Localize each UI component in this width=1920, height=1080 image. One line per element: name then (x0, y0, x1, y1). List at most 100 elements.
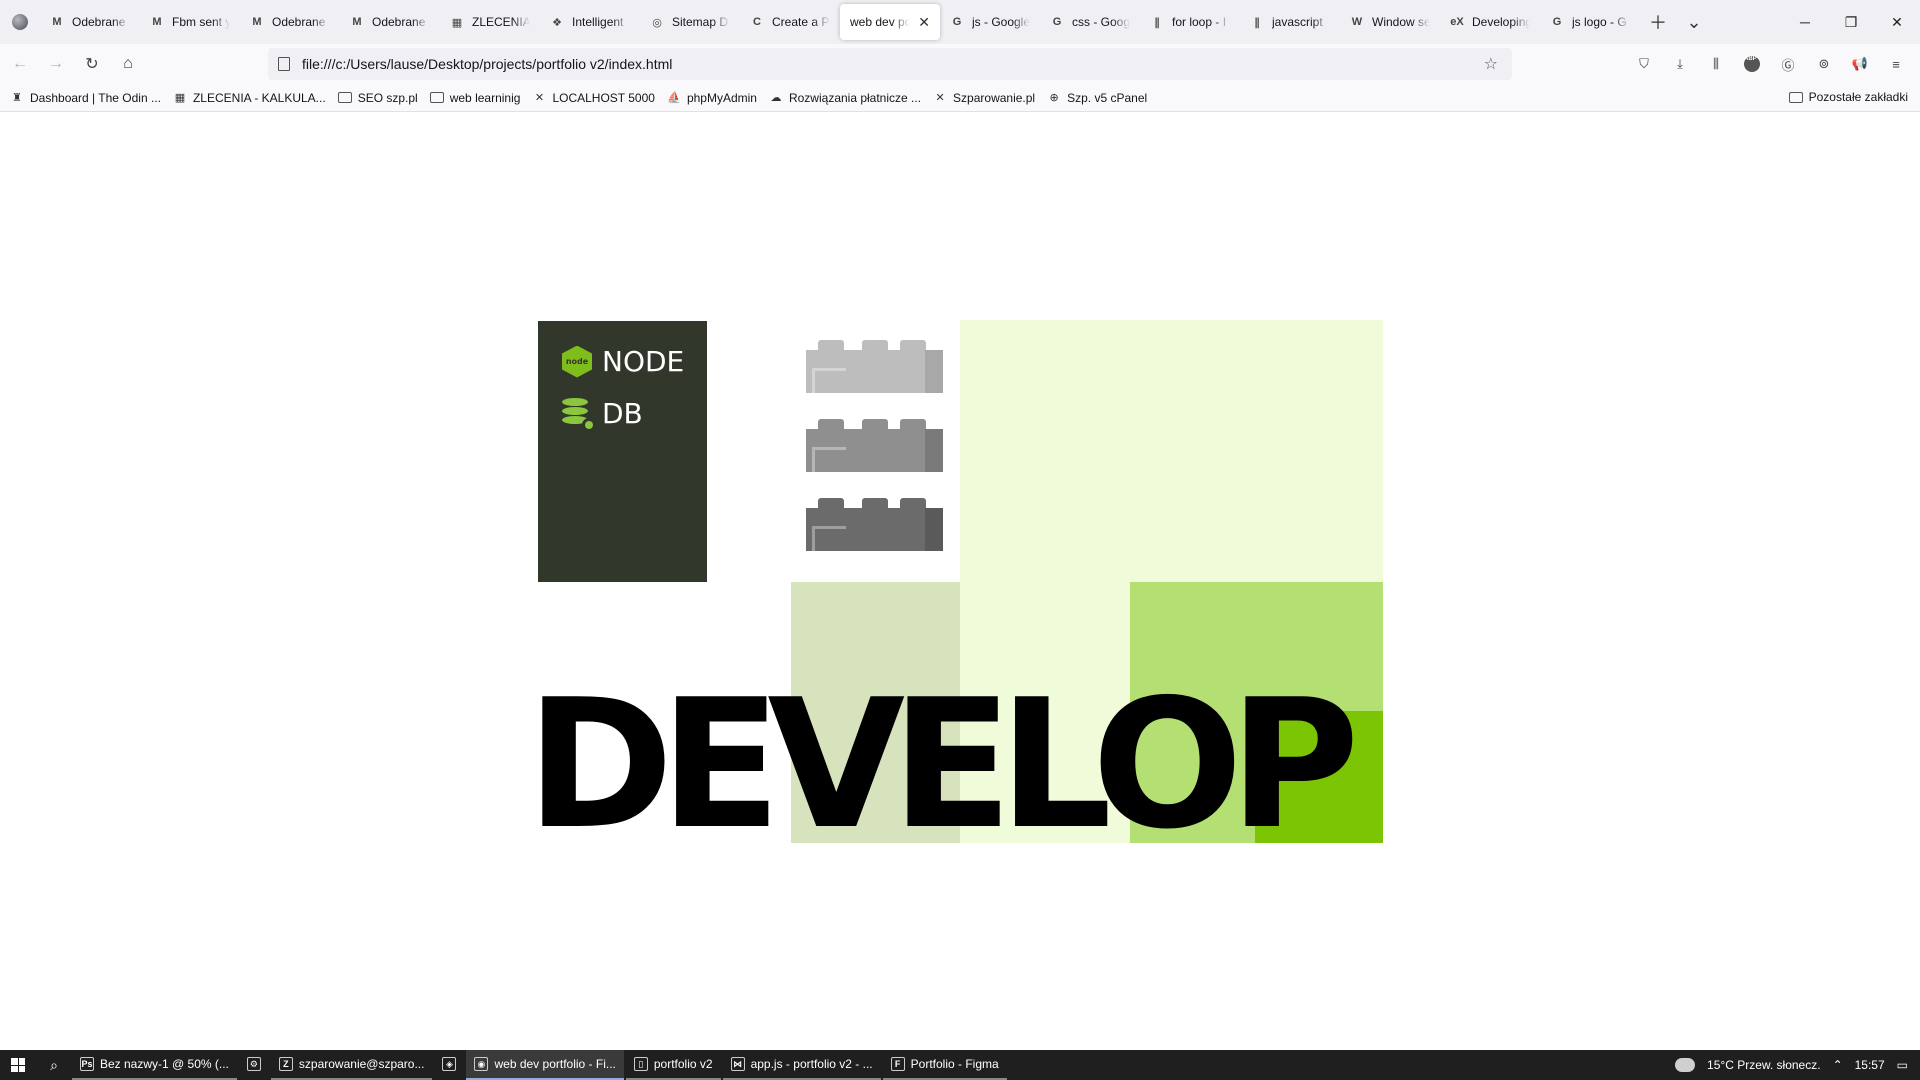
tab-11[interactable]: ∥ for loop - I (1140, 4, 1240, 40)
tab-1[interactable]: M Fbm sent y (140, 4, 240, 40)
toolbar-right: ⛉ ⤓ ⫼ ABP Ⓖ ⊚ 📢 ≡ (1628, 48, 1912, 80)
tab-15[interactable]: Gjs logo - G (1540, 4, 1640, 40)
extension-icon[interactable]: ⊚ (1808, 48, 1840, 80)
close-window-button[interactable]: ✕ (1874, 0, 1920, 44)
nodejs-icon: node (562, 345, 592, 378)
back-button[interactable]: ← (4, 48, 36, 80)
firefox-icon: ◉ (474, 1057, 489, 1071)
taskbar-app-2[interactable]: Zszparowanie@szparo... (270, 1050, 433, 1080)
develop-headline: DEVELOP (526, 661, 1360, 868)
tab-label: Window se (1372, 15, 1430, 29)
bookmark-label: Szparowanie.pl (953, 90, 1036, 105)
taskbar-app-0[interactable]: Ps Bez nazwy-1 @ 50% (... (72, 1050, 237, 1080)
tech-label-node: NODE (602, 345, 685, 378)
firefox-icon (12, 14, 28, 30)
tab-13[interactable]: W Window se (1340, 4, 1440, 40)
taskbar-app-label: app.js - portfolio v2 - ... (750, 1057, 873, 1071)
notifications-icon[interactable]: ▭ (1897, 1058, 1908, 1072)
bookmark-label: Dashboard | The Odin ... (30, 90, 161, 105)
tab-6[interactable]: ◎ Sitemap D (640, 4, 740, 40)
weather-text[interactable]: 15°C Przew. słonecz. (1707, 1058, 1821, 1072)
bookmark-6[interactable]: ☁ Rozwiązania płatnicze ... (769, 91, 921, 105)
taskbar-app-4[interactable]: ◉ web dev portfolio - Fi... (466, 1050, 624, 1080)
tab-0[interactable]: M Odebrane (40, 4, 140, 40)
url-bar[interactable]: file:///c:/Users/lause/Desktop/projects/… (268, 48, 1512, 80)
ex-icon: eX (1450, 16, 1464, 28)
taskbar-app-7[interactable]: F Portfolio - Figma (882, 1050, 1007, 1080)
forward-button[interactable]: → (40, 48, 72, 80)
new-tab-button[interactable]: ＋ (1640, 0, 1676, 44)
tab-2[interactable]: M Odebrane (240, 4, 340, 40)
tab-10[interactable]: Gcss - Goog (1040, 4, 1140, 40)
restore-button[interactable]: ❐ (1828, 0, 1874, 44)
clock[interactable]: 15:57 (1855, 1058, 1885, 1072)
tab-8[interactable]: web dev por ✕ (840, 4, 940, 40)
tab-4[interactable]: ▦ ZLECENIA (440, 4, 540, 40)
grammarly-icon[interactable]: Ⓖ (1772, 48, 1804, 80)
bookmark-8[interactable]: ⊕ Szp. v5 cPanel (1047, 91, 1148, 105)
firefox-view-button[interactable] (0, 0, 40, 44)
phpmyadmin-icon: ⛵ (667, 92, 681, 104)
tab-label: Create a P (772, 15, 830, 29)
search-button[interactable]: ⌕ (36, 1050, 72, 1080)
list-all-tabs-button[interactable]: ⌄ (1676, 0, 1712, 44)
tab-9[interactable]: Gjs - Google (940, 4, 1040, 40)
lego-brick-1 (806, 340, 943, 398)
taskbar-app-5[interactable]: ▯ portfolio v2 (625, 1050, 721, 1080)
tab-3[interactable]: M Odebrane (340, 4, 440, 40)
bookmark-star-icon[interactable]: ☆ (1484, 54, 1498, 74)
home-button[interactable]: ⌂ (112, 48, 144, 80)
chevron-up-icon[interactable]: ⌃ (1833, 1058, 1843, 1072)
folder-icon (337, 92, 352, 103)
bookmark-3[interactable]: web learninig (429, 91, 520, 105)
gmail-icon: M (252, 16, 262, 28)
reload-button[interactable]: ↻ (76, 48, 108, 80)
url-text[interactable]: file:///c:/Users/lause/Desktop/projects/… (302, 56, 672, 72)
tab-12[interactable]: ∥ javascript (1240, 4, 1340, 40)
taskbar-app-1[interactable]: ⚙ (239, 1050, 269, 1080)
globe-icon: ◎ (652, 16, 662, 29)
start-button[interactable] (0, 1050, 36, 1080)
menu-icon[interactable]: ≡ (1880, 48, 1912, 80)
downloads-icon[interactable]: ⤓ (1664, 48, 1696, 80)
tab-label: Sitemap D (672, 15, 729, 29)
pale-green-block (960, 320, 1383, 582)
file-icon: ▯ (633, 1057, 648, 1071)
bookmark-0[interactable]: ♜ Dashboard | The Odin ... (10, 91, 161, 105)
tab-5[interactable]: ❖ Intelligent (540, 4, 640, 40)
tab-14[interactable]: eX Developing (1440, 4, 1540, 40)
taskbar-apps: Ps Bez nazwy-1 @ 50% (... ⚙ Zszparowanie@sz… (72, 1050, 1009, 1080)
folder-icon (429, 92, 444, 103)
odin-icon: ♜ (12, 92, 22, 104)
taskbar: ⌕ Ps Bez nazwy-1 @ 50% (... ⚙ Zszparowanie@… (0, 1050, 1920, 1080)
tab-label: Odebrane (72, 15, 126, 29)
adblock-icon[interactable]: ABP (1736, 48, 1768, 80)
gmail-icon: M (52, 16, 62, 28)
bookmarks-toolbar: ♜ Dashboard | The Odin ... ▦ ZLECENIA - KAL… (0, 84, 1920, 112)
minimize-button[interactable]: ─ (1782, 0, 1828, 44)
bookmark-1[interactable]: ▦ ZLECENIA - KALKULA... (173, 91, 326, 105)
close-tab-icon[interactable]: ✕ (918, 14, 930, 31)
mdn-icon: ∥ (1154, 16, 1160, 29)
tab-label: js logo - G (1572, 15, 1627, 29)
pocket-icon[interactable]: ⛉ (1628, 48, 1660, 80)
figma-icon: F (890, 1057, 905, 1071)
tab-label: css - Goog (1072, 15, 1130, 29)
lego-brick-3 (806, 498, 943, 556)
tab-label: Odebrane (372, 15, 426, 29)
tab-7[interactable]: C Create a P (740, 4, 840, 40)
bookmark-4[interactable]: ✕ LOCALHOST 5000 (532, 91, 655, 105)
bookmark-2[interactable]: SEO szp.pl (337, 91, 418, 105)
library-icon[interactable]: ⫼ (1700, 48, 1732, 80)
bookmark-7[interactable]: ✕ Szparowanie.pl (933, 91, 1035, 105)
navigation-toolbar: ← → ↻ ⌂ file:///c:/Users/lause/Desktop/p… (0, 44, 1920, 84)
szp-icon: ✕ (534, 92, 545, 104)
bookmark-5[interactable]: ⛵ phpMyAdmin (667, 91, 757, 105)
other-bookmarks[interactable]: Pozostałe zakładki (1788, 90, 1908, 104)
taskbar-app-3[interactable]: ◈ (434, 1050, 464, 1080)
tab-strip: M Odebrane M Fbm sent y M Odebrane M Odebrane ▦ Z… (0, 0, 1920, 44)
bookmark-label: phpMyAdmin (686, 90, 757, 105)
taskbar-app-label: portfolio v2 (653, 1057, 713, 1071)
taskbar-app-6[interactable]: ⋈ app.js - portfolio v2 - ... (722, 1050, 881, 1080)
megaphone-icon[interactable]: 📢 (1844, 48, 1876, 80)
